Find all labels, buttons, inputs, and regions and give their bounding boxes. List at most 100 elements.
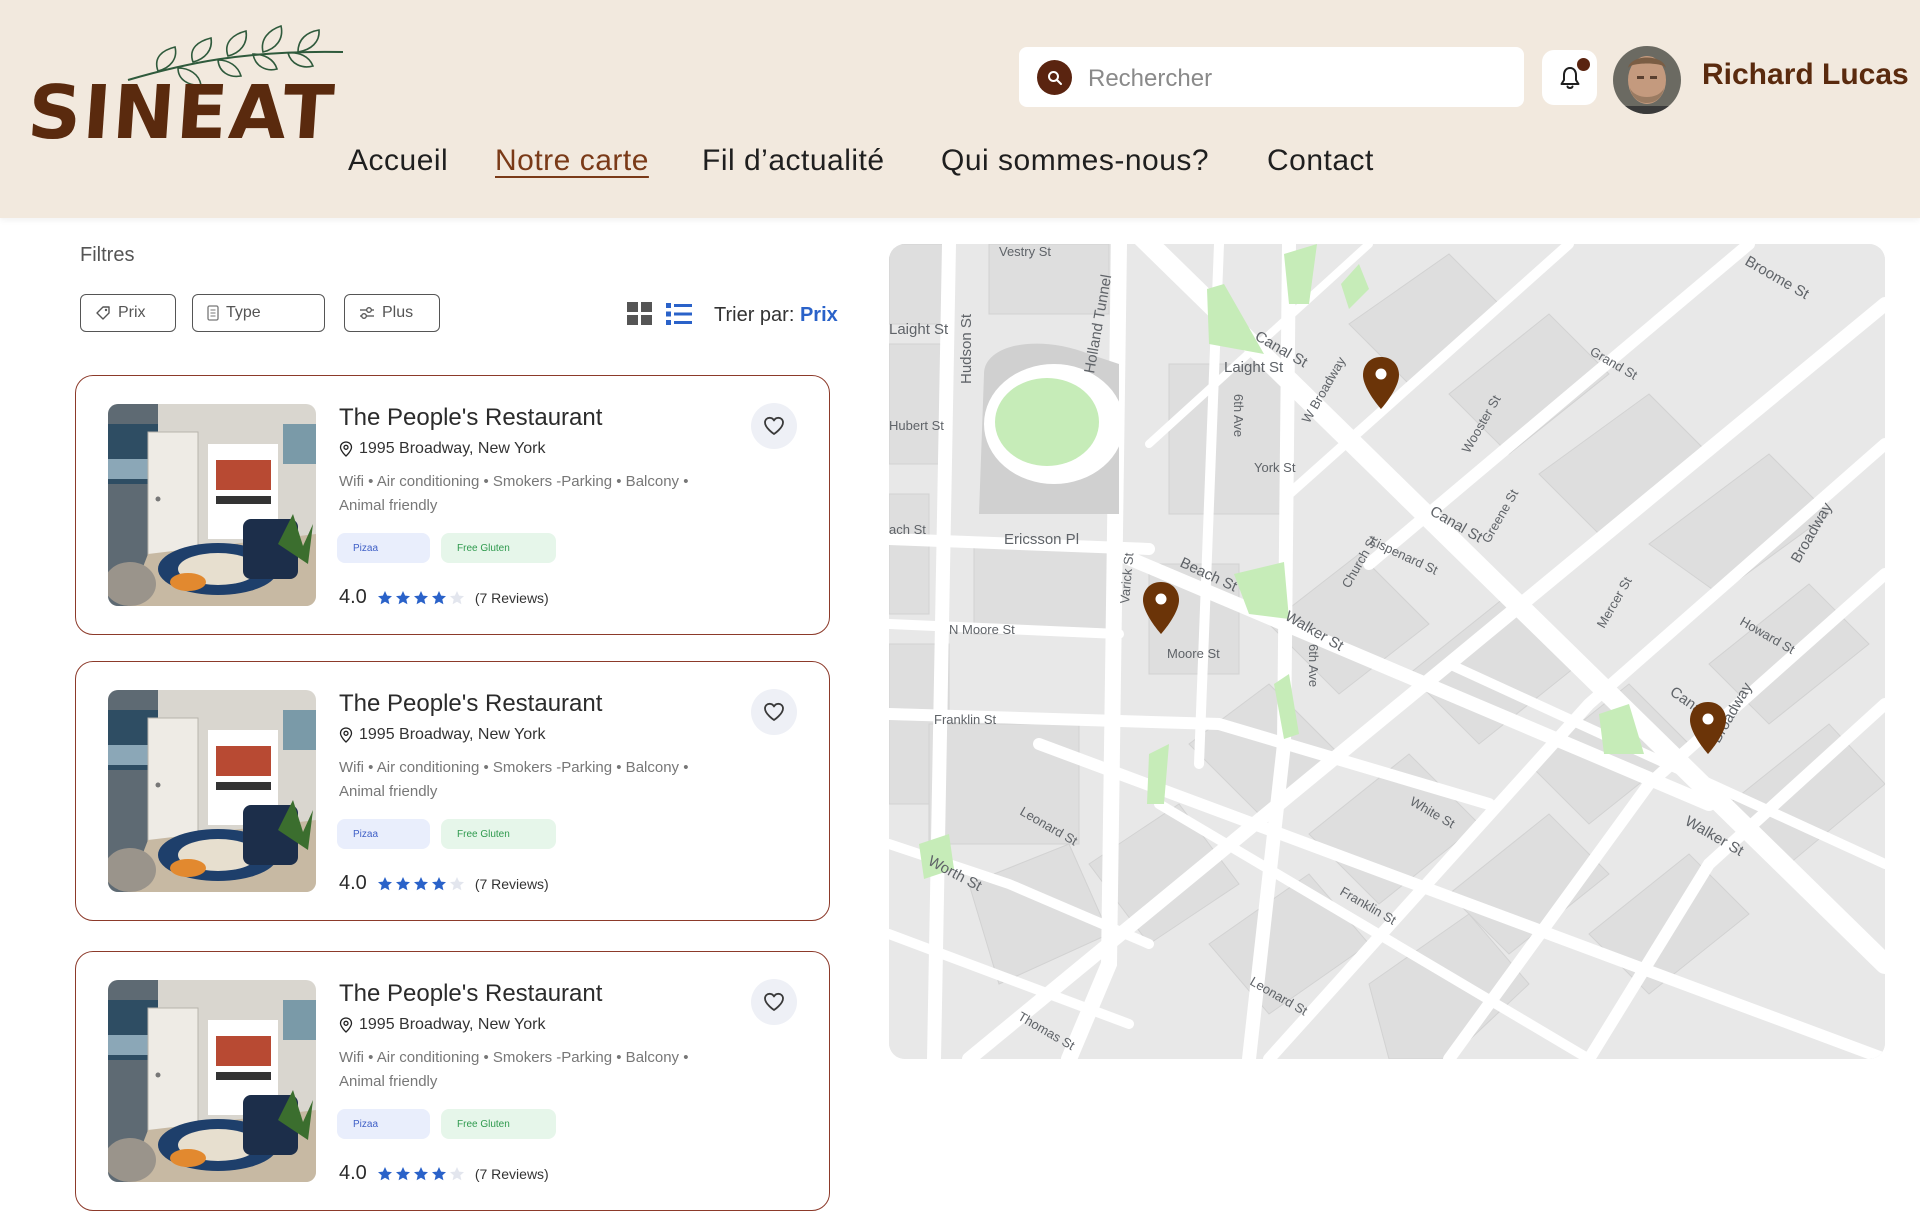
heart-icon <box>764 702 784 721</box>
restaurant-name[interactable]: The People's Restaurant <box>339 690 602 718</box>
restaurant-photo[interactable] <box>108 404 316 606</box>
restaurant-card[interactable]: The People's Restaurant 1995 Broadway, N… <box>75 661 830 921</box>
star-filled-icon <box>377 1166 392 1180</box>
map-label-n-moore-st: N Moore St <box>949 622 1015 637</box>
location-pin-icon <box>339 727 353 743</box>
star-filled-icon <box>395 876 410 890</box>
filter-type-label: Type <box>226 304 261 321</box>
restaurant-address: 1995 Broadway, New York <box>339 440 545 458</box>
review-count[interactable]: (7 Reviews) <box>475 876 549 892</box>
logo-wordmark: SINEAT <box>24 70 339 156</box>
map-view[interactable]: Vestry St Laight St Hubert St Hudson St … <box>889 244 1885 1059</box>
star-filled-icon <box>413 1166 428 1180</box>
star-empty-icon <box>449 876 464 890</box>
map-label-hudson-st: Hudson St <box>958 313 975 384</box>
sliders-icon <box>360 307 374 319</box>
user-name[interactable]: Richard Lucas <box>1702 58 1909 92</box>
heart-icon <box>764 992 784 1011</box>
tag-free-gluten[interactable]: Free Gluten <box>441 819 556 849</box>
star-filled-icon <box>395 590 410 604</box>
restaurant-card[interactable]: The People's Restaurant 1995 Broadway, N… <box>75 951 830 1211</box>
heart-icon <box>764 416 784 435</box>
star-filled-icon <box>377 876 392 890</box>
map-label-6th-ave: 6th Ave <box>1306 644 1321 687</box>
search-icon <box>1047 70 1062 85</box>
filter-more-label: Plus <box>382 304 414 321</box>
map-label-vestry-st: Vestry St <box>999 244 1051 259</box>
notifications-button[interactable] <box>1542 50 1597 105</box>
star-filled-icon <box>377 590 392 604</box>
restaurant-address-text: 1995 Broadway, New York <box>359 1016 546 1033</box>
tag-icon <box>96 306 110 320</box>
tag-free-gluten[interactable]: Free Gluten <box>441 533 556 563</box>
rating-stars <box>377 876 465 892</box>
search-button[interactable] <box>1037 60 1072 95</box>
restaurant-name[interactable]: The People's Restaurant <box>339 404 602 432</box>
header: SINEAT Rechercher Richard Lucas Accueil … <box>0 0 1920 218</box>
star-filled-icon <box>431 590 446 604</box>
nav-item-fil-actualite[interactable]: Fil d’actualité <box>702 144 885 178</box>
map-label-york-st: York St <box>1254 460 1296 475</box>
filter-more-button[interactable]: Plus <box>344 294 440 332</box>
rating-stars <box>377 590 465 606</box>
restaurant-address-text: 1995 Broadway, New York <box>359 726 546 743</box>
grid-view-icon <box>627 302 652 325</box>
favorite-button[interactable] <box>751 689 797 735</box>
map-label-laight-st: Laight St <box>1224 359 1284 376</box>
rating-value: 4.0 <box>339 1162 367 1184</box>
search-input[interactable]: Rechercher <box>1088 65 1212 93</box>
rating-value: 4.0 <box>339 586 367 608</box>
restaurant-card[interactable]: The People's Restaurant 1995 Broadway, N… <box>75 375 830 635</box>
grid-view-button[interactable] <box>627 302 653 331</box>
favorite-button[interactable] <box>751 979 797 1025</box>
map-label-6th-ave-north: 6th Ave <box>1231 394 1246 437</box>
filter-type-button[interactable]: Type <box>192 294 325 332</box>
filter-price-label: Prix <box>118 304 146 321</box>
restaurant-photo[interactable] <box>108 690 316 892</box>
restaurant-name[interactable]: The People's Restaurant <box>339 980 602 1008</box>
favorite-button[interactable] <box>751 403 797 449</box>
restaurant-address-text: 1995 Broadway, New York <box>359 440 546 457</box>
list-view-button[interactable] <box>666 302 692 331</box>
avatar[interactable] <box>1613 46 1681 114</box>
star-filled-icon <box>413 590 428 604</box>
star-empty-icon <box>449 590 464 604</box>
filter-price-button[interactable]: Prix <box>80 294 176 332</box>
tag-pizza[interactable]: Pizaa <box>337 1109 430 1139</box>
notification-badge <box>1575 56 1592 73</box>
map-label-hubert-st: Hubert St <box>889 418 944 433</box>
restaurant-photo[interactable] <box>108 980 316 1182</box>
nav-item-notre-carte[interactable]: Notre carte <box>495 144 649 178</box>
nav-item-accueil[interactable]: Accueil <box>348 144 448 178</box>
sineat-logo[interactable]: SINEAT <box>25 12 344 156</box>
street-map[interactable]: Vestry St Laight St Hubert St Hudson St … <box>889 244 1885 1059</box>
location-pin-icon <box>339 1017 353 1033</box>
map-label-leach-st: ach St <box>889 522 926 537</box>
star-filled-icon <box>395 1166 410 1180</box>
rating-value: 4.0 <box>339 872 367 894</box>
map-label-moore-st: Moore St <box>1167 646 1220 661</box>
tag-free-gluten[interactable]: Free Gluten <box>441 1109 556 1139</box>
tag-pizza[interactable]: Pizaa <box>337 533 430 563</box>
map-label-laight-st-west: Laight St <box>889 321 949 338</box>
star-filled-icon <box>431 876 446 890</box>
document-icon <box>207 305 219 321</box>
review-count[interactable]: (7 Reviews) <box>475 590 549 606</box>
sort-value[interactable]: Prix <box>800 304 838 326</box>
filters-heading: Filtres <box>80 244 135 266</box>
restaurant-amenities: Wifi • Air conditioning • Smokers -Parki… <box>339 759 689 800</box>
location-pin-icon <box>339 441 353 457</box>
tag-pizza[interactable]: Pizaa <box>337 819 430 849</box>
sort-label: Trier par: <box>714 304 795 326</box>
star-empty-icon <box>449 1166 464 1180</box>
restaurant-address: 1995 Broadway, New York <box>339 726 545 744</box>
star-filled-icon <box>431 1166 446 1180</box>
restaurant-rating: 4.0 (7 Reviews) <box>339 586 549 609</box>
nav-item-qui-sommes-nous[interactable]: Qui sommes-nous? <box>941 144 1209 178</box>
rating-stars <box>377 1166 465 1182</box>
star-filled-icon <box>413 876 428 890</box>
nav-item-contact[interactable]: Contact <box>1267 144 1374 178</box>
review-count[interactable]: (7 Reviews) <box>475 1166 549 1182</box>
search-bar[interactable]: Rechercher <box>1019 47 1524 107</box>
sort-control[interactable]: Trier par: Prix <box>714 304 838 327</box>
